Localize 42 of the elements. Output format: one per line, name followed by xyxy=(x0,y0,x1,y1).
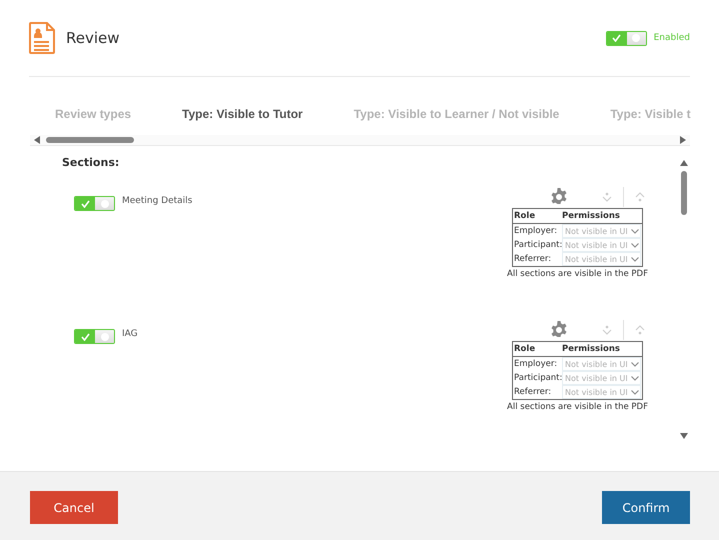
document-icon xyxy=(29,22,55,54)
visibility-note: All sections are visible in the PDF xyxy=(507,402,648,412)
column-header: Role xyxy=(513,211,536,221)
role-label: Employer: xyxy=(513,226,558,236)
section-heading: Sections: xyxy=(62,156,120,169)
cancel-button[interactable]: Cancel xyxy=(30,491,118,524)
check-icon xyxy=(80,332,90,340)
scroll-left-icon[interactable] xyxy=(34,136,40,144)
check-icon xyxy=(612,34,622,42)
confirm-button[interactable]: Confirm xyxy=(602,491,690,524)
toggle-label: Enabled xyxy=(654,33,690,43)
column-header: Permissions xyxy=(562,211,620,221)
check-icon xyxy=(80,200,90,208)
horizontal-scrollbar[interactable] xyxy=(30,135,690,146)
section-name: Meeting Details xyxy=(122,196,192,206)
role-label: Referrer: xyxy=(513,387,552,397)
scroll-down-icon[interactable] xyxy=(680,433,688,439)
visibility-note: All sections are visible in the PDF xyxy=(507,269,648,279)
toggle-switch[interactable] xyxy=(74,196,115,211)
role-label: Employer: xyxy=(513,359,558,369)
role-label: Participant: xyxy=(513,373,562,383)
role-label: Participant: xyxy=(513,240,562,250)
column-header: Role xyxy=(513,344,536,354)
section-name: IAG xyxy=(122,329,138,339)
chevron-down-icon xyxy=(631,390,640,394)
chevron-down-icon xyxy=(631,362,640,366)
role-label: Referrer: xyxy=(513,254,552,264)
tab[interactable]: Type: Visible to Learner / Not visible xyxy=(328,99,586,135)
toggle-switch[interactable] xyxy=(74,329,115,344)
scroll-right-icon[interactable] xyxy=(680,136,686,144)
chevron-down-icon xyxy=(631,256,640,262)
toggle-switch[interactable] xyxy=(606,30,647,46)
tab[interactable]: Type: Visible t xyxy=(585,99,691,135)
column-header: Permissions xyxy=(562,344,620,354)
page-title: Review xyxy=(66,29,120,47)
settings-icon[interactable] xyxy=(550,321,568,339)
tab[interactable]: Review types xyxy=(30,99,158,135)
chevron-down-icon xyxy=(631,228,640,234)
chevron-down-icon xyxy=(631,376,640,380)
settings-icon[interactable] xyxy=(550,188,568,206)
scroll-up-icon[interactable] xyxy=(680,160,688,166)
chevron-down-icon xyxy=(631,242,640,248)
